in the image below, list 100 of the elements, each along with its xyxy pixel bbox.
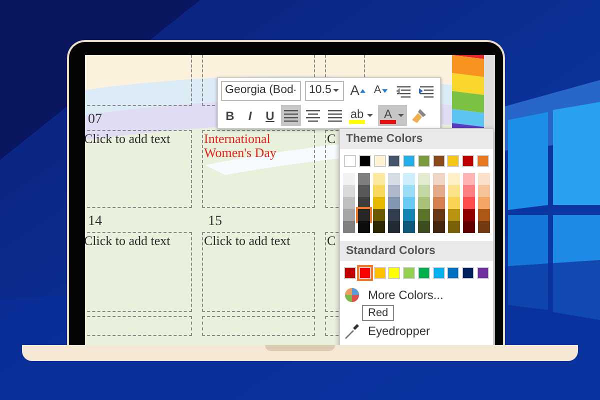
- underline-button[interactable]: U: [261, 105, 279, 126]
- color-swatch[interactable]: [403, 197, 415, 209]
- color-swatch[interactable]: [433, 209, 445, 221]
- color-swatch[interactable]: [358, 209, 370, 221]
- color-swatch[interactable]: [433, 221, 445, 233]
- color-swatch[interactable]: [463, 185, 475, 197]
- outdent-icon: [396, 84, 412, 98]
- color-swatch[interactable]: [448, 221, 460, 233]
- text-box[interactable]: [85, 55, 192, 106]
- color-swatch[interactable]: [447, 267, 460, 279]
- color-swatch[interactable]: [388, 173, 400, 185]
- color-swatch[interactable]: [418, 173, 430, 185]
- color-swatch[interactable]: [418, 155, 430, 167]
- color-swatch[interactable]: [478, 221, 490, 233]
- color-swatch[interactable]: [418, 267, 430, 279]
- color-swatch[interactable]: [476, 267, 489, 279]
- color-swatch[interactable]: [463, 221, 475, 233]
- color-swatch[interactable]: [358, 173, 370, 185]
- color-swatch[interactable]: [463, 197, 475, 209]
- section-header: Theme Colors: [340, 129, 493, 149]
- color-swatch[interactable]: [388, 209, 400, 221]
- color-swatch[interactable]: [403, 221, 415, 233]
- shrink-button[interactable]: A: [372, 80, 390, 101]
- color-swatch[interactable]: [358, 185, 370, 197]
- color-swatch[interactable]: [478, 173, 490, 185]
- text-box[interactable]: International Women's Day: [202, 130, 315, 208]
- color-swatch[interactable]: [374, 155, 386, 167]
- day-number: 14: [88, 214, 102, 229]
- color-swatch[interactable]: [432, 267, 445, 279]
- color-swatch[interactable]: [388, 221, 400, 233]
- font-select[interactable]: Georgia (Bod: [221, 80, 301, 100]
- color-swatch[interactable]: [343, 173, 355, 185]
- color-swatch[interactable]: [373, 221, 385, 233]
- day-number: 07: [88, 112, 102, 127]
- color-swatch[interactable]: [373, 185, 385, 197]
- color-swatch[interactable]: [418, 221, 430, 233]
- menu-item[interactable]: More Colors...: [340, 287, 448, 303]
- color-swatch[interactable]: [448, 173, 460, 185]
- caret-icon: [397, 113, 405, 118]
- down-arrow-icon: [382, 88, 388, 92]
- align-center-icon: [305, 108, 321, 124]
- color-swatch[interactable]: [403, 267, 416, 279]
- color-swatch[interactable]: [462, 267, 474, 279]
- color-swatch[interactable]: [476, 155, 489, 167]
- color-swatch[interactable]: [373, 173, 385, 185]
- highlight-button[interactable]: ab: [347, 105, 376, 126]
- color-swatch[interactable]: [343, 209, 355, 221]
- color-swatch[interactable]: [374, 267, 386, 279]
- caret-icon: [366, 113, 374, 118]
- color-swatch[interactable]: [478, 185, 490, 197]
- text-box[interactable]: [85, 316, 192, 336]
- tooltip: Red: [362, 305, 394, 321]
- color-swatch[interactable]: [463, 209, 475, 221]
- size-select[interactable]: 10.5: [305, 80, 344, 100]
- menu-item[interactable]: Eyedropper: [340, 323, 434, 339]
- color-swatch[interactable]: [448, 197, 460, 209]
- color-swatch[interactable]: [344, 267, 356, 279]
- color-swatch[interactable]: [358, 267, 371, 279]
- color-swatch[interactable]: [447, 155, 460, 167]
- color-swatch[interactable]: [373, 209, 385, 221]
- color-swatch[interactable]: [448, 185, 460, 197]
- color-swatch[interactable]: [388, 185, 400, 197]
- color-swatch[interactable]: [463, 173, 475, 185]
- palette-icon: [344, 287, 360, 303]
- color-swatch[interactable]: [433, 197, 445, 209]
- color-swatch[interactable]: [462, 155, 474, 167]
- align-left-icon: [283, 108, 299, 124]
- section-header: Standard Colors: [340, 241, 493, 261]
- bold-button[interactable]: B: [221, 105, 239, 126]
- color-swatch[interactable]: [432, 155, 445, 167]
- indent-icon: [419, 84, 435, 98]
- color-swatch[interactable]: [403, 173, 415, 185]
- color-swatch[interactable]: [403, 185, 415, 197]
- color-swatch[interactable]: [418, 209, 430, 221]
- color-swatch[interactable]: [433, 173, 445, 185]
- color-swatch[interactable]: [418, 197, 430, 209]
- color-swatch[interactable]: [343, 197, 355, 209]
- color-swatch[interactable]: [403, 209, 415, 221]
- color-swatch[interactable]: [403, 155, 416, 167]
- color-swatch[interactable]: [418, 185, 430, 197]
- color-swatch[interactable]: [343, 221, 355, 233]
- format-painter-icon: [411, 108, 427, 124]
- color-swatch[interactable]: [358, 221, 370, 233]
- color-swatch[interactable]: [448, 209, 460, 221]
- caret-icon: [332, 88, 340, 93]
- color-swatch[interactable]: [433, 185, 445, 197]
- italic-button[interactable]: I: [241, 105, 259, 126]
- eyedropper-icon: [344, 323, 360, 339]
- color-swatch[interactable]: [358, 155, 371, 167]
- color-swatch[interactable]: [373, 197, 385, 209]
- color-swatch[interactable]: [478, 209, 490, 221]
- color-swatch[interactable]: [343, 185, 355, 197]
- color-swatch[interactable]: [344, 155, 356, 167]
- text-box[interactable]: [202, 316, 315, 336]
- grow-button[interactable]: A: [348, 80, 368, 101]
- color-swatch[interactable]: [388, 197, 400, 209]
- text-box[interactable]: Click to add text: [202, 232, 315, 312]
- color-swatch[interactable]: [388, 267, 400, 279]
- color-swatch[interactable]: [388, 155, 400, 167]
- color-swatch[interactable]: [478, 197, 490, 209]
